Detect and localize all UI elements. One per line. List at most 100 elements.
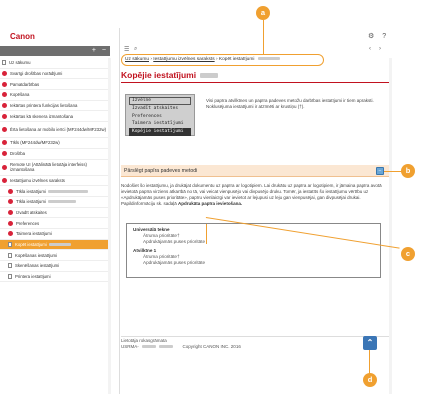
callout-leader bbox=[263, 20, 264, 55]
gear-icon[interactable]: ⚙ bbox=[368, 33, 374, 40]
plus-icon bbox=[2, 103, 7, 109]
expand-all-button[interactable]: + bbox=[92, 47, 96, 54]
sidebar-item-label: Printera iestatījumi bbox=[15, 274, 51, 280]
callout-leader bbox=[206, 224, 207, 244]
sidebar-item-label: Skenēšanas iestatījumi bbox=[15, 263, 60, 269]
sidebar-item[interactable]: Ērta lietošana ar mobilo ierīci (MF244dw… bbox=[0, 122, 110, 139]
sidebar-item[interactable]: Taimera iestatījumi bbox=[0, 229, 110, 240]
breadcrumb-model-tag bbox=[257, 57, 280, 61]
sidebar-item-label: Uz sākumu bbox=[9, 60, 31, 66]
settings-options-box: Universālā tekne Ātruma prioritāte† Apdr… bbox=[126, 223, 381, 278]
plus-icon bbox=[2, 92, 7, 98]
plus-icon bbox=[8, 199, 13, 205]
plus-icon bbox=[8, 220, 13, 226]
sidebar-item[interactable]: Iestatījumu izvēlnes saraksts bbox=[0, 176, 110, 187]
plus-icon bbox=[2, 81, 7, 87]
sidebar-item[interactable]: Tīkla iestatījumi bbox=[0, 197, 110, 208]
sidebar-item[interactable]: Kopēt iestatījumi bbox=[0, 239, 110, 251]
breadcrumb-home[interactable]: Uz sākumu bbox=[125, 57, 149, 62]
sidebar-item[interactable]: Izvadīt atskaites bbox=[0, 208, 110, 219]
canon-logo: Canon bbox=[10, 32, 35, 41]
lcd-menu-panel: Izvēlne Izvadīt atskaites Preferences Ta… bbox=[125, 94, 195, 136]
sidebar-item-label: Iekārtas kā skenera izmantošana bbox=[10, 113, 74, 119]
chevron-left-icon[interactable]: ‹ bbox=[369, 46, 371, 52]
list-icon[interactable]: ☰ bbox=[124, 46, 129, 53]
plus-icon bbox=[8, 209, 13, 215]
collapse-all-button[interactable]: − bbox=[102, 47, 106, 54]
paper-loading-link[interactable]: Apdrukāta papīra ievietošana. bbox=[178, 201, 242, 206]
sidebar-item[interactable]: Drošība bbox=[0, 149, 110, 160]
panel-row: Izvēlne bbox=[129, 97, 191, 105]
file-icon bbox=[8, 274, 12, 280]
help-icon[interactable]: ? bbox=[382, 33, 386, 40]
sidebar-scrollbar[interactable] bbox=[108, 58, 111, 394]
callout-leader bbox=[369, 350, 370, 374]
file-icon bbox=[8, 263, 12, 269]
sidebar-item[interactable]: Kopēšanas iestatījumi bbox=[0, 250, 110, 261]
breadcrumb-current: Kopēt iestatījumi bbox=[218, 57, 255, 62]
sidebar-item-label: Iekārtas printera funkcijas lietošana bbox=[10, 103, 78, 109]
sidebar-item-label: Drošība bbox=[10, 151, 26, 157]
file-icon bbox=[8, 252, 12, 258]
section-body-text: Nodošiet šo iestatījumu, ja drukājat dok… bbox=[121, 183, 382, 206]
section-body: Nodošiet šo iestatījumu, ja drukājat dok… bbox=[121, 183, 386, 207]
sidebar-item-label: Iestatījumu izvēlnes saraksts bbox=[10, 177, 65, 183]
sidebar-item-label: Kopēt iestatījumi bbox=[15, 241, 47, 247]
plus-icon bbox=[2, 113, 7, 119]
sidebar-item[interactable]: Tīkla iestatījumi bbox=[0, 186, 110, 197]
sidebar-item-label: Remote UI (Attālinātā lietotāja interfei… bbox=[10, 161, 87, 172]
sidebar-item[interactable]: Skenēšanas iestatījumi bbox=[0, 261, 110, 272]
panel-row-selected: Kopējie iestatījumi bbox=[129, 128, 191, 136]
sidebar-item[interactable]: Tīkls (MF244dw/MF232w) bbox=[0, 138, 110, 149]
sidebar-item-label: Preferences bbox=[16, 220, 40, 226]
sidebar-item[interactable]: Printera iestatījumi bbox=[0, 272, 110, 283]
sidebar-item[interactable]: Iekārtas printera funkcijas lietošana bbox=[0, 101, 110, 112]
minus-icon bbox=[2, 177, 7, 183]
panel-row: Taimera iestatījumi bbox=[132, 121, 184, 127]
file-icon bbox=[8, 241, 12, 247]
footer-code-blur bbox=[142, 345, 157, 349]
model-tag bbox=[47, 200, 76, 204]
back-to-top-button[interactable]: ⌃ bbox=[363, 336, 377, 350]
page-title: Kopējie iestatījumi bbox=[121, 70, 219, 80]
top-icons: ⚙ ? bbox=[368, 32, 386, 40]
plus-icon bbox=[2, 140, 7, 146]
footer-divider bbox=[121, 336, 389, 337]
sidebar-item[interactable]: Uz sākumu bbox=[0, 58, 110, 69]
sidebar-item-label: Svarīgi drošības norādījumi bbox=[10, 71, 63, 77]
callout-d: d bbox=[363, 373, 377, 387]
sidebar-item[interactable]: Preferences bbox=[0, 218, 110, 229]
sidebar-item[interactable]: Pamatdarbības bbox=[0, 79, 110, 91]
callout-c: c bbox=[401, 247, 415, 261]
sidebar-item[interactable]: Iekārtas kā skenera izmantošana bbox=[0, 111, 110, 123]
section-header[interactable]: Pārslēgt papīra padeves metodi bbox=[121, 165, 389, 177]
main-scrollbar[interactable] bbox=[389, 58, 392, 394]
chevron-right-icon[interactable]: › bbox=[379, 46, 381, 52]
sidebar-item-label: Pamatdarbības bbox=[10, 81, 40, 87]
breadcrumb-settings-list[interactable]: Iestatījumu izvēlnes saraksts bbox=[153, 57, 214, 62]
setting-option: Apdrukājamās puses prioritāte bbox=[143, 260, 206, 266]
sidebar-item-label: Ērta lietošana ar mobilo ierīci (MF244dw… bbox=[10, 126, 106, 132]
sidebar-item[interactable]: Svarīgi drošības norādījumi bbox=[0, 69, 110, 80]
sidebar-item-label: Izvadīt atskaites bbox=[16, 209, 47, 215]
model-tag bbox=[47, 189, 88, 193]
callout-a: a bbox=[256, 6, 270, 20]
sidebar-toolbar: + − bbox=[0, 46, 110, 56]
breadcrumb: Uz sākumu › Iestatījumu izvēlnes sarakst… bbox=[125, 55, 320, 65]
footer-code: USRMA- bbox=[121, 344, 139, 349]
sidebar-item-label: Tīkls (MF244dw/MF232w) bbox=[10, 140, 60, 146]
sidebar-item[interactable]: Kopēšana bbox=[0, 90, 110, 101]
setting-option: Apdrukājamās puses prioritāte bbox=[143, 239, 206, 245]
sidebar-item[interactable]: Remote UI (Attālinātā lietotāja interfei… bbox=[0, 160, 110, 176]
sidebar-item-label: Kopēšana bbox=[10, 92, 30, 98]
search-icon[interactable]: ⌕ bbox=[134, 46, 137, 53]
sidebar-item-label: Tīkla iestatījumi bbox=[16, 188, 46, 194]
plus-icon bbox=[8, 188, 13, 194]
model-tag bbox=[48, 242, 71, 246]
panel-row: Preferences bbox=[132, 113, 162, 119]
collapse-toggle-button[interactable]: − bbox=[376, 167, 384, 175]
breadcrumb-separator: › bbox=[215, 57, 218, 62]
footer-copyright-row: USRMA- Copyright CANON INC. 2016 bbox=[121, 344, 241, 350]
title-model-tag bbox=[200, 73, 219, 79]
plus-icon bbox=[2, 151, 7, 157]
